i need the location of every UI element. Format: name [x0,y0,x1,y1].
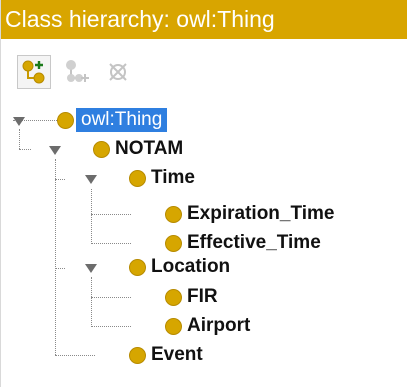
tree-connector [91,243,131,244]
class-icon [93,140,110,158]
tree-connector [55,159,56,355]
class-icon [165,205,182,223]
tree-node-fir[interactable]: FIR [165,284,218,310]
tree-node-notam[interactable]: NOTAM [93,136,183,162]
tree-node-label: NOTAM [115,138,184,159]
class-hierarchy-panel: Class hierarchy: owl:Thing owl:Thing NOT… [0,0,416,387]
tree-node-label: Expiration_Time [187,203,335,224]
class-icon [129,169,146,187]
tree-node-owl-thing[interactable]: owl:Thing [57,107,168,133]
tree-node-time[interactable]: Time [129,165,195,191]
tree-connector [19,149,31,150]
tree-node-airport[interactable]: Airport [165,313,250,339]
tree-node-label: Effective_Time [187,232,321,253]
tree-node-label: Airport [187,315,251,336]
expand-location-toggle[interactable] [85,264,97,273]
delete-class-icon [105,59,131,85]
tree-connector [91,297,131,298]
tree-node-event[interactable]: Event [129,342,203,368]
tree-node-expiration-time[interactable]: Expiration_Time [165,201,334,227]
add-subclass-icon [21,59,47,85]
expand-root-toggle[interactable] [13,117,25,126]
class-icon [165,317,182,335]
tree-connector [55,179,65,180]
class-icon [129,258,146,276]
tree-connector [91,277,92,327]
add-sibling-button[interactable] [60,55,94,89]
add-sibling-icon [64,59,90,85]
add-subclass-button[interactable] [17,55,51,89]
class-icon [129,346,146,364]
tree-node-label: Event [151,344,203,365]
panel-title: Class hierarchy: owl:Thing [1,0,407,39]
class-icon [57,111,74,129]
tree-node-label: owl:Thing [76,108,168,132]
tree-connector [19,129,20,149]
tree-node-label: FIR [187,286,218,307]
tree-node-label: Time [151,167,196,188]
toolbar [1,43,407,105]
tree-connector [91,326,131,327]
class-icon [165,234,182,252]
tree-node-label: Location [151,256,231,277]
tree-connector [55,355,95,356]
tree-connector [55,268,65,269]
tree-node-location[interactable]: Location [129,254,230,280]
tree-connector [91,189,92,244]
tree-node-effective-time[interactable]: Effective_Time [165,230,321,256]
delete-class-button[interactable] [101,55,135,89]
tree-connector [91,214,131,215]
expand-notam-toggle[interactable] [49,146,61,155]
class-tree: owl:Thing NOTAM Time Expiration_Time Eff… [7,107,407,377]
expand-time-toggle[interactable] [85,175,97,184]
class-icon [165,288,182,306]
